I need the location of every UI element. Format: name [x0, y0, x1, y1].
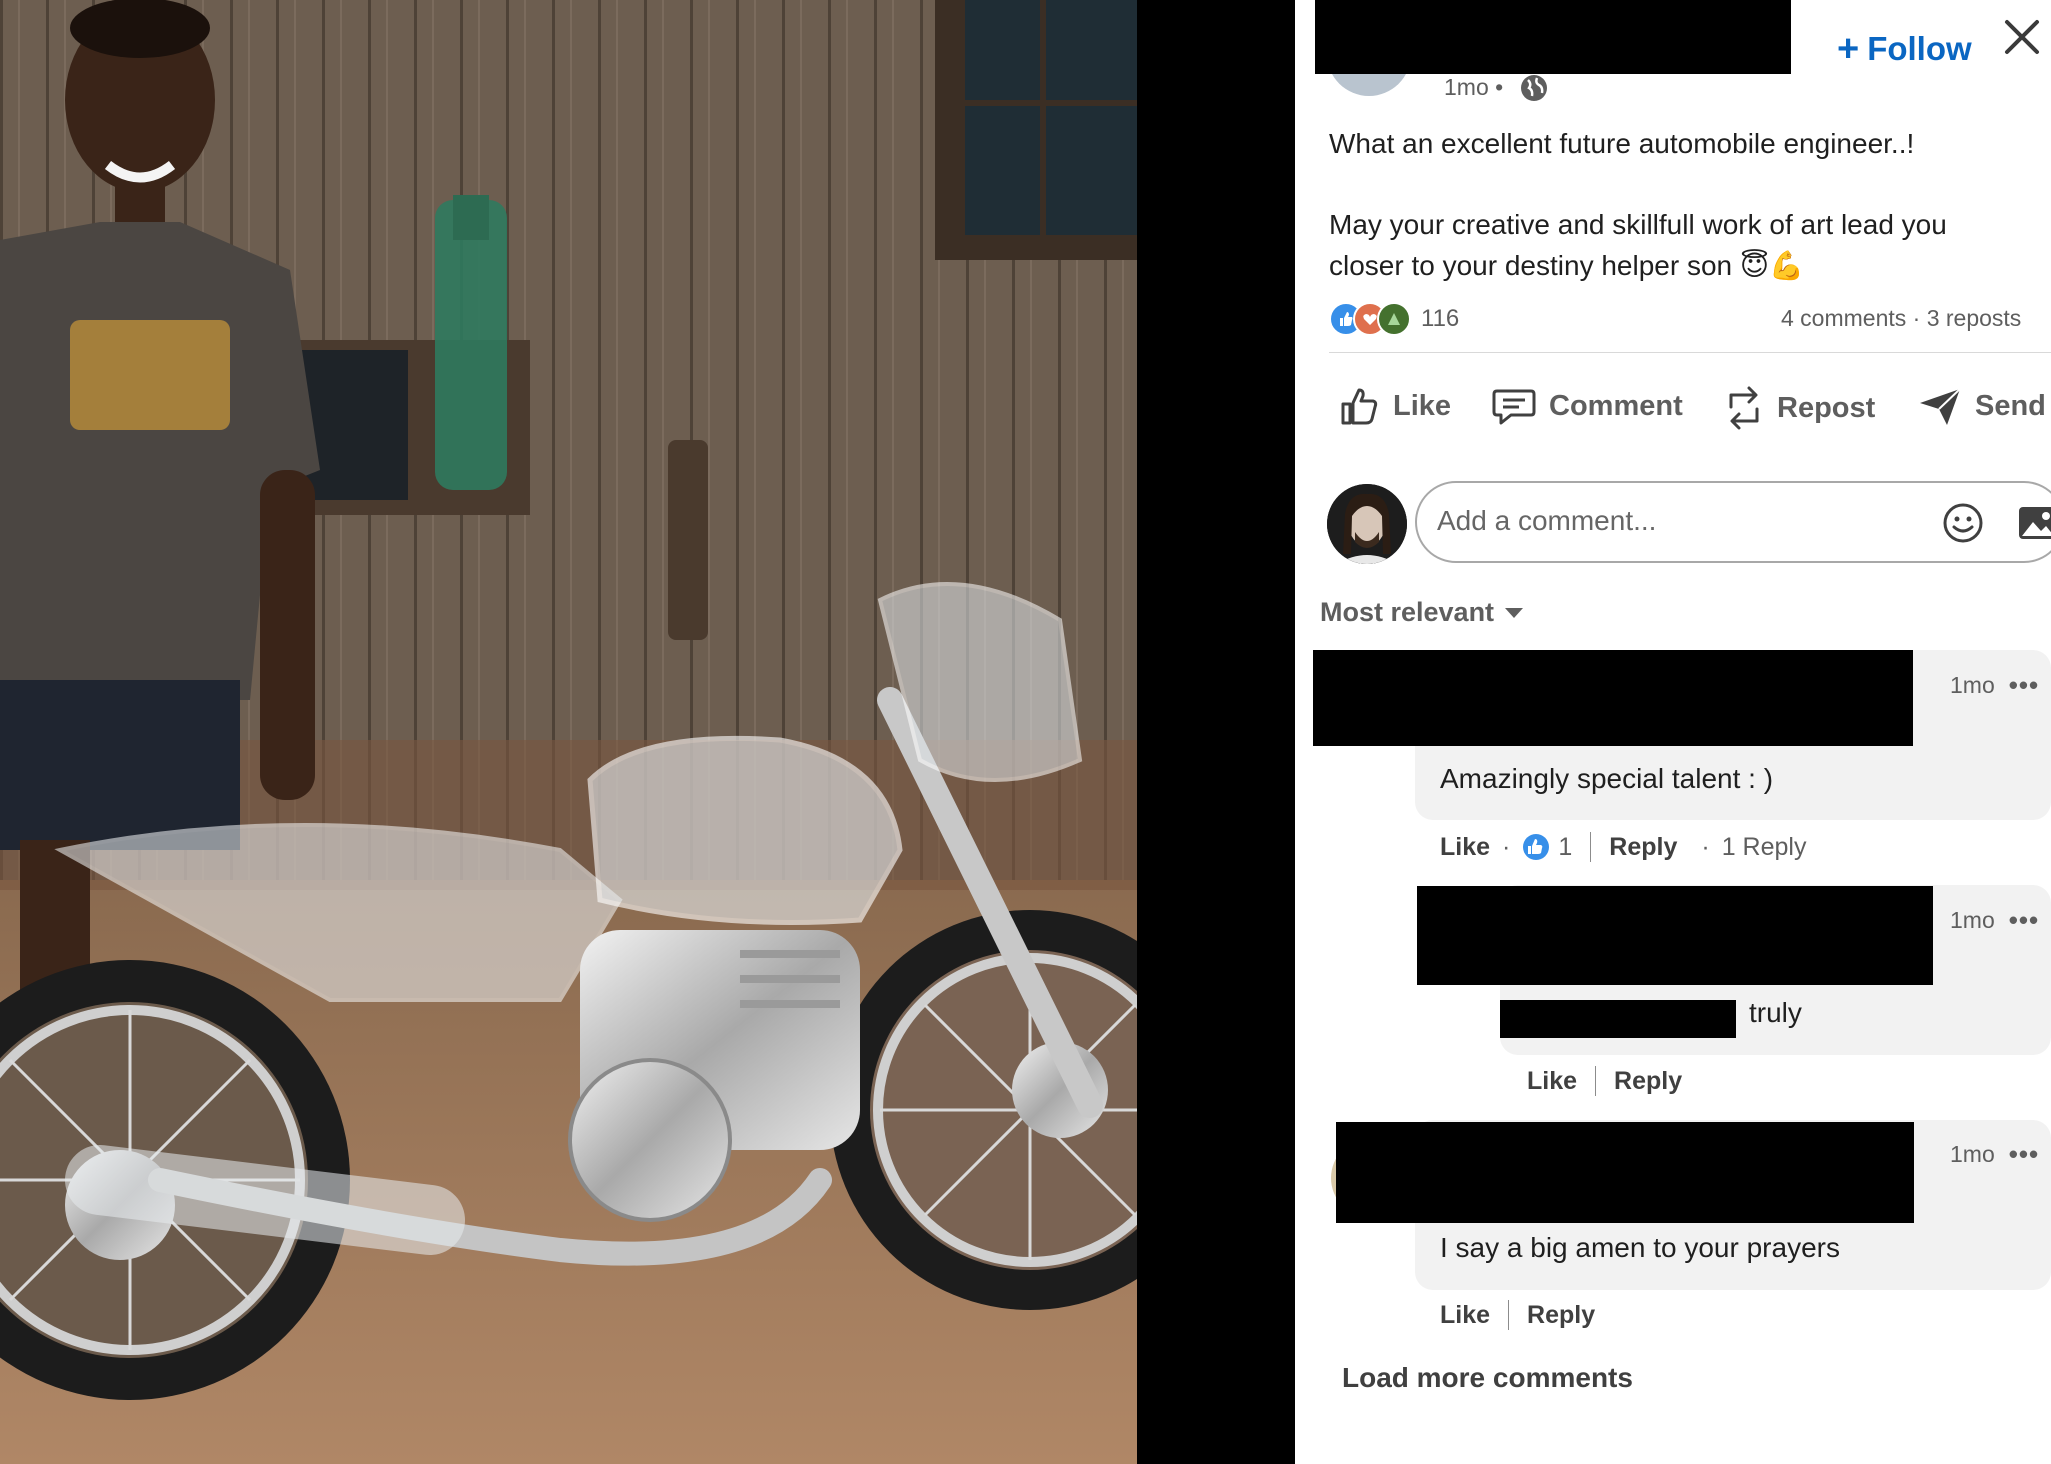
- repost-label: Repost: [1777, 391, 1876, 424]
- comment-meta: 1mo •••: [1950, 670, 2039, 701]
- boy-with-transparent-motorcycle-photo: [0, 0, 1137, 1464]
- post-timestamp: 1mo •: [1444, 74, 1504, 100]
- lightbox-background: [1137, 0, 1295, 1464]
- comment-like-button[interactable]: Like: [1440, 1301, 1490, 1330]
- separator-dot: ·: [1502, 832, 1511, 861]
- comment-actions: Like Reply: [1527, 1066, 1682, 1096]
- reaction-count: 116: [1421, 305, 1460, 332]
- more-options-icon[interactable]: •••: [2009, 1139, 2039, 1170]
- comment-reply-button[interactable]: Reply: [1527, 1301, 1595, 1330]
- more-options-icon[interactable]: •••: [2009, 670, 2039, 701]
- comment-input-placeholder: Add a comment...: [1437, 505, 1657, 536]
- celebrate-reaction-icon: [1377, 302, 1411, 336]
- repost-button[interactable]: Repost: [1723, 385, 1875, 431]
- comment-reply-button[interactable]: Reply: [1614, 1067, 1682, 1096]
- image-icon[interactable]: [2017, 503, 2051, 543]
- send-label: Send: [1975, 389, 2046, 422]
- comment-input[interactable]: Add a comment...: [1415, 481, 2051, 563]
- follow-button[interactable]: + Follow: [1837, 30, 1972, 68]
- sort-label: Most relevant: [1320, 597, 1495, 627]
- comment-timestamp: 1mo: [1950, 672, 1995, 698]
- comment-timestamp: 1mo: [1950, 1141, 1995, 1167]
- divider: [1595, 1066, 1597, 1096]
- comment-button[interactable]: Comment: [1491, 385, 1683, 427]
- post-text-line-2: May your creative and skillfull work of …: [1329, 209, 1947, 240]
- comment-meta: 1mo •••: [1950, 1139, 2039, 1170]
- redacted-commenter: [1417, 886, 1933, 985]
- send-icon: [1920, 388, 1961, 425]
- post-detail-panel: 1mo • + Follow What an excellent future …: [1295, 0, 2051, 1464]
- redacted-commenter: [1336, 1122, 1914, 1223]
- caret-down-icon: [1505, 607, 1524, 618]
- comment-reply-button[interactable]: Reply: [1609, 833, 1677, 862]
- comment-like-button[interactable]: Like: [1527, 1067, 1577, 1096]
- comment-text: truly: [1749, 997, 1802, 1028]
- redacted-author-name: [1315, 0, 1791, 74]
- comment-like-button[interactable]: Like: [1440, 833, 1490, 862]
- more-options-icon[interactable]: •••: [2009, 905, 2039, 936]
- redacted-mention: [1500, 1000, 1736, 1038]
- sort-dropdown[interactable]: Most relevant: [1320, 597, 1524, 628]
- thumbs-up-icon: [1341, 388, 1378, 425]
- post-text-line-1: What an excellent future automobile engi…: [1329, 128, 1915, 159]
- load-more-comments-button[interactable]: Load more comments: [1342, 1362, 1633, 1394]
- post-text-line-3: closer to your destiny helper son 😇💪: [1329, 250, 1804, 281]
- emoji-icon[interactable]: [1941, 501, 1985, 545]
- follow-label: Follow: [1867, 30, 1972, 67]
- redacted-commenter: [1313, 650, 1913, 746]
- divider: [1329, 352, 2051, 353]
- globe-icon: [1520, 74, 1548, 102]
- post-image[interactable]: [0, 0, 1137, 1464]
- divider: [1508, 1300, 1510, 1330]
- comment-label: Comment: [1549, 389, 1683, 422]
- comment-icon: [1492, 389, 1536, 425]
- send-button[interactable]: Send: [1917, 385, 2046, 427]
- like-reaction-icon: [1523, 834, 1550, 860]
- comment-text: Amazingly special talent : ): [1440, 763, 1774, 794]
- comments-reposts-count[interactable]: 4 comments · 3 reposts: [1781, 305, 2021, 332]
- comment-actions: Like · 1 Reply · 1 Reply: [1440, 832, 1806, 862]
- divider: [1590, 832, 1592, 862]
- repost-icon: [1729, 386, 1759, 430]
- separator-dot: ·: [1701, 832, 1710, 861]
- view-replies-link[interactable]: 1 Reply: [1722, 833, 1807, 862]
- reactions-summary[interactable]: 116: [1329, 302, 1459, 336]
- current-user-avatar[interactable]: [1327, 484, 1407, 564]
- comment-like-count[interactable]: 1: [1558, 833, 1572, 862]
- comment-meta: 1mo •••: [1950, 905, 2039, 936]
- close-icon[interactable]: [2001, 16, 2043, 58]
- comment-timestamp: 1mo: [1950, 907, 1995, 933]
- like-label: Like: [1393, 389, 1452, 422]
- comment-text: I say a big amen to your prayers: [1440, 1232, 1840, 1263]
- plus-icon: +: [1837, 28, 1860, 70]
- like-button[interactable]: Like: [1339, 385, 1451, 427]
- comment-actions: Like Reply: [1440, 1300, 1595, 1330]
